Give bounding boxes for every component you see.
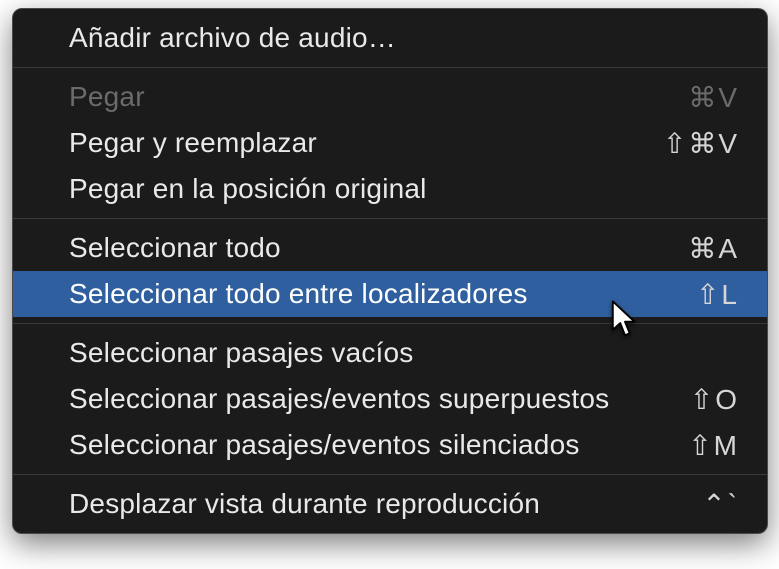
menu-item-label: Seleccionar pasajes/eventos superpuestos — [69, 383, 609, 415]
menu-item-label: Añadir archivo de audio… — [69, 22, 396, 54]
menu-item-select-empty-passages[interactable]: Seleccionar pasajes vacíos — [13, 330, 767, 376]
menu-item-label: Seleccionar pasajes/eventos silenciados — [69, 429, 580, 461]
menu-item-label: Pegar y reemplazar — [69, 127, 317, 159]
menu-item-label: Pegar — [69, 81, 145, 113]
menu-item-paste: Pegar ⌘V — [13, 74, 767, 120]
menu-item-label: Seleccionar todo entre localizadores — [69, 278, 528, 310]
menu-item-shortcut: ⇧L — [696, 278, 739, 311]
menu-item-scroll-view-playback[interactable]: Desplazar vista durante reproducción ⌃` — [13, 481, 767, 527]
menu-separator — [13, 323, 767, 324]
menu-separator — [13, 218, 767, 219]
menu-item-shortcut: ⌘A — [688, 232, 739, 265]
menu-item-select-overlapped[interactable]: Seleccionar pasajes/eventos superpuestos… — [13, 376, 767, 422]
menu-separator — [13, 67, 767, 68]
menu-item-label: Desplazar vista durante reproducción — [69, 488, 540, 520]
menu-item-add-audio-file[interactable]: Añadir archivo de audio… — [13, 15, 767, 61]
menu-item-shortcut: ⇧M — [688, 429, 739, 462]
menu-item-select-all[interactable]: Seleccionar todo ⌘A — [13, 225, 767, 271]
menu-item-select-all-between-locators[interactable]: Seleccionar todo entre localizadores ⇧L — [13, 271, 767, 317]
context-menu: Añadir archivo de audio… Pegar ⌘V Pegar … — [12, 8, 768, 534]
menu-item-label: Seleccionar pasajes vacíos — [69, 337, 414, 369]
menu-item-paste-original-position[interactable]: Pegar en la posición original — [13, 166, 767, 212]
menu-item-shortcut: ⌘V — [688, 81, 739, 114]
menu-item-label: Pegar en la posición original — [69, 173, 427, 205]
menu-item-label: Seleccionar todo — [69, 232, 281, 264]
menu-item-paste-replace[interactable]: Pegar y reemplazar ⇧⌘V — [13, 120, 767, 166]
menu-item-select-muted[interactable]: Seleccionar pasajes/eventos silenciados … — [13, 422, 767, 468]
menu-item-shortcut: ⇧O — [690, 383, 739, 416]
menu-item-shortcut: ⌃` — [702, 488, 739, 521]
menu-separator — [13, 474, 767, 475]
menu-item-shortcut: ⇧⌘V — [663, 127, 739, 160]
